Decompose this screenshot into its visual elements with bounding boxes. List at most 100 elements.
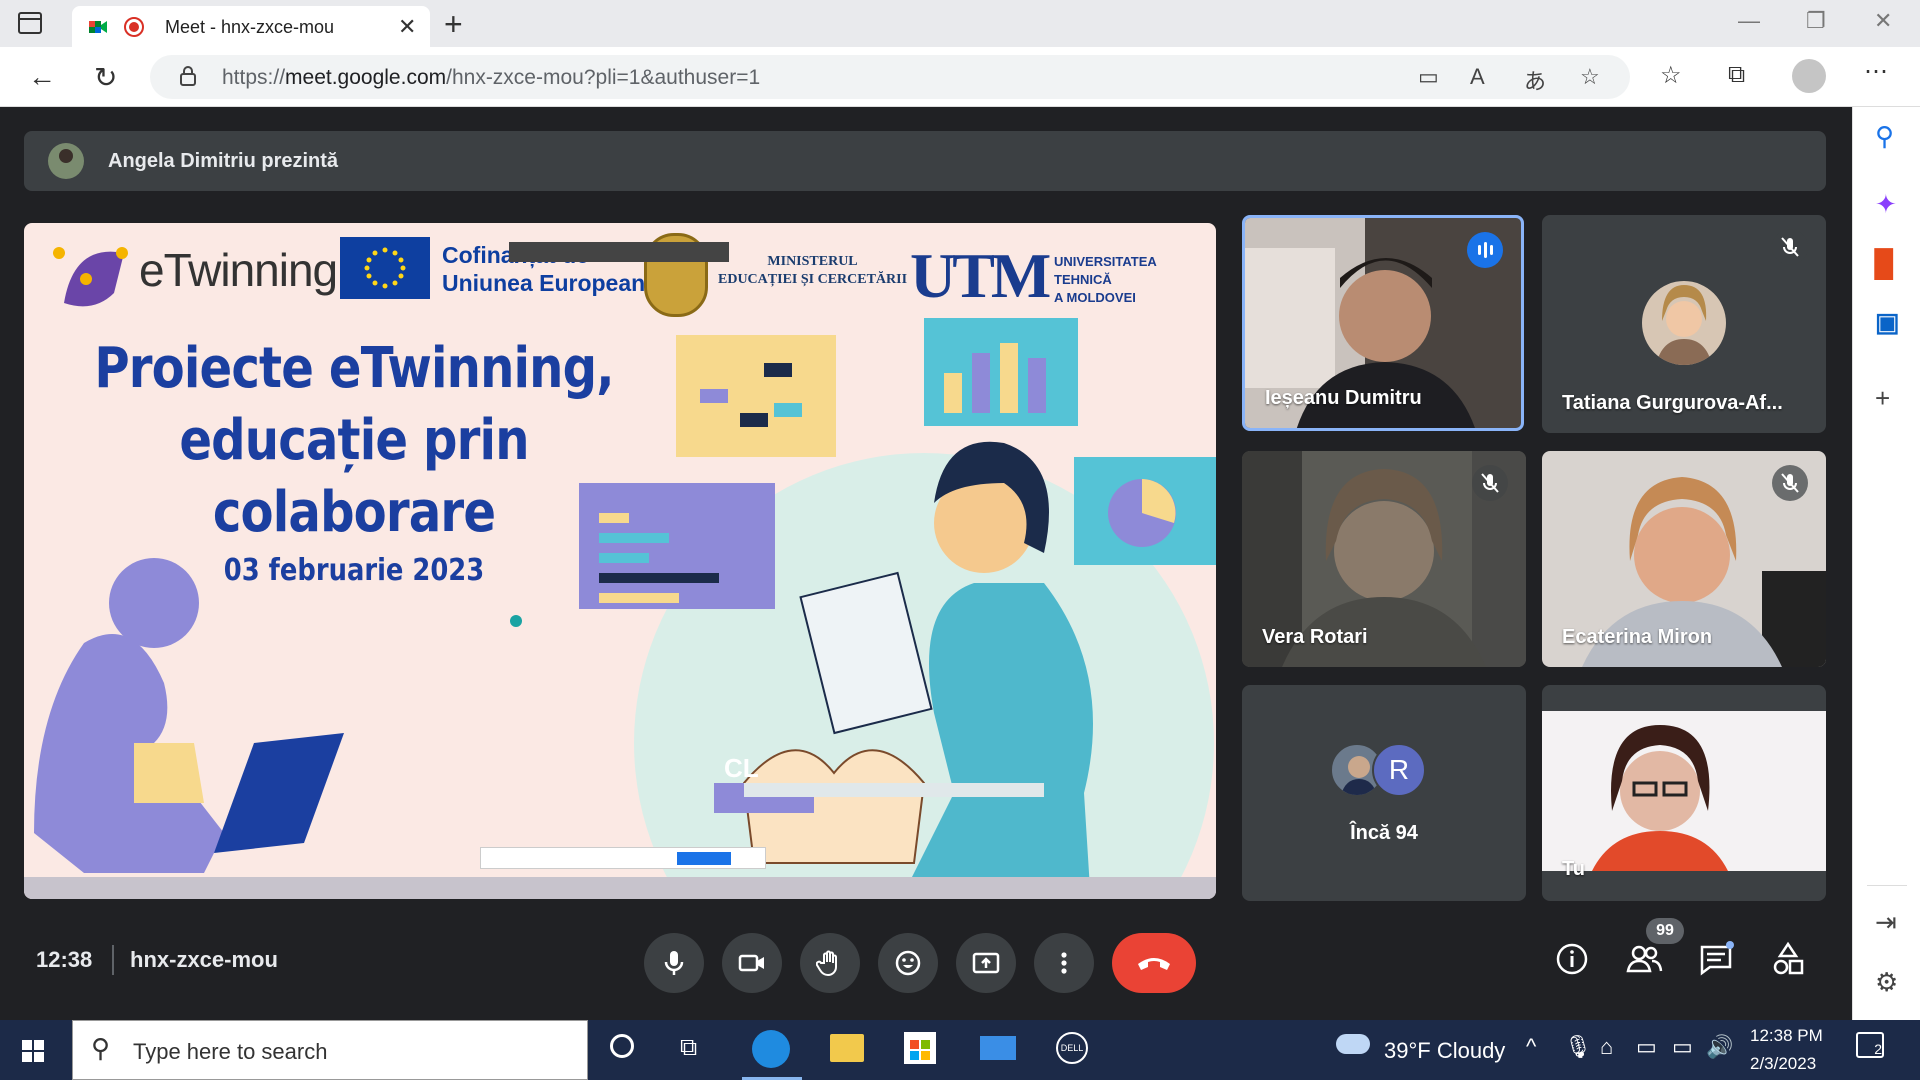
emoji-icon bbox=[895, 950, 921, 976]
more-participants-tile[interactable]: R Încă 94 bbox=[1242, 685, 1526, 901]
cloudy-weather-icon bbox=[1336, 1034, 1370, 1054]
participant-tile[interactable]: Ieșeanu Dumitru bbox=[1242, 215, 1524, 431]
display-icon[interactable]: ▭ bbox=[1672, 1034, 1693, 1060]
reactions-button[interactable] bbox=[878, 933, 938, 993]
search-icon: ⚲ bbox=[91, 1033, 111, 1063]
presenter-label: Angela Dimitriu prezintă bbox=[108, 150, 339, 172]
self-video bbox=[1542, 711, 1826, 871]
raise-hand-button[interactable] bbox=[800, 933, 860, 993]
people-icon[interactable] bbox=[1624, 939, 1664, 979]
collections-icon[interactable]: ⧉ bbox=[1728, 61, 1745, 89]
outlook-icon[interactable]: ▣ bbox=[1875, 307, 1900, 338]
etwinning-logo: eTwinning bbox=[139, 244, 338, 296]
new-tab-button[interactable]: + bbox=[444, 6, 463, 43]
address-bar[interactable]: https://meet.google.com/hnx-zxce-mou?pli… bbox=[150, 55, 1630, 99]
ministry-text: MINISTERUL EDUCAȚIEI ȘI CERCETĂRII bbox=[718, 254, 908, 287]
microphone-icon bbox=[664, 951, 684, 975]
office-icon[interactable]: ▉ bbox=[1875, 249, 1895, 280]
participant-letter-avatar: R bbox=[1372, 743, 1426, 797]
taskbar-search[interactable]: ⚲ Type here to search bbox=[72, 1020, 588, 1080]
mic-muted-icon bbox=[1472, 465, 1508, 501]
close-tab-icon[interactable]: ✕ bbox=[398, 14, 416, 40]
favorites-icon[interactable]: ☆ bbox=[1660, 61, 1682, 90]
taskbar-time[interactable]: 12:38 PM bbox=[1750, 1026, 1823, 1046]
weather-text[interactable]: 39°F Cloudy bbox=[1384, 1038, 1505, 1064]
presenter-banner: Angela Dimitriu prezintă bbox=[24, 131, 1826, 191]
activities-icon[interactable] bbox=[1768, 939, 1808, 979]
taskbar-date[interactable]: 2/3/2023 bbox=[1750, 1054, 1816, 1074]
network-icon[interactable]: ⌂ bbox=[1600, 1034, 1613, 1060]
edge-taskbar-icon[interactable] bbox=[752, 1030, 790, 1068]
leave-call-button[interactable] bbox=[1112, 933, 1196, 993]
eu-flag-icon bbox=[340, 237, 430, 299]
meeting-info-icon[interactable] bbox=[1552, 939, 1592, 979]
divider bbox=[112, 945, 114, 975]
participant-tile[interactable]: Ecaterina Miron bbox=[1542, 451, 1826, 667]
hand-icon bbox=[816, 950, 837, 977]
dell-icon[interactable]: DELL bbox=[1056, 1032, 1088, 1064]
back-icon[interactable]: ← bbox=[28, 61, 56, 93]
add-sidebar-app-icon[interactable]: + bbox=[1875, 383, 1890, 414]
tab-actions-icon[interactable] bbox=[18, 12, 42, 34]
utm-university-text: UNIVERSITATEA TEHNICĂ A MOLDOVEI bbox=[1054, 254, 1157, 305]
lock-icon[interactable] bbox=[180, 66, 196, 86]
slide-bottom-bar bbox=[24, 877, 1216, 899]
share-permission-button bbox=[677, 852, 731, 865]
add-favorite-icon[interactable]: ☆ bbox=[1580, 64, 1600, 90]
divider bbox=[1867, 885, 1907, 886]
volume-icon[interactable]: 🔊 bbox=[1706, 1034, 1733, 1060]
participant-tile[interactable]: Tatiana Gurgurova-Af... bbox=[1542, 215, 1826, 433]
minimize-icon[interactable]: — bbox=[1738, 8, 1760, 34]
microphone-tray-icon[interactable]: 🎙 bbox=[1564, 1034, 1592, 1060]
translate-icon[interactable]: あ bbox=[1524, 64, 1546, 96]
self-tile[interactable]: Tu bbox=[1542, 685, 1826, 901]
search-icon[interactable]: ⚲ bbox=[1875, 121, 1894, 152]
more-menu-icon[interactable]: ⋯ bbox=[1864, 57, 1888, 86]
copilot-icon[interactable]: ✦ bbox=[1875, 189, 1897, 220]
battery-icon[interactable]: ▭ bbox=[1636, 1034, 1657, 1060]
notifications-icon[interactable]: 2 bbox=[1856, 1032, 1884, 1058]
hang-up-icon bbox=[1138, 958, 1170, 970]
browser-tab-strip: Meet - hnx-zxce-mou ✕ + — ❐ ✕ bbox=[0, 0, 1920, 47]
refresh-icon[interactable]: ↻ bbox=[94, 61, 117, 94]
more-vert-icon bbox=[1061, 952, 1067, 974]
mic-muted-icon bbox=[1772, 229, 1808, 265]
mail-icon[interactable] bbox=[980, 1036, 1016, 1060]
store-icon[interactable] bbox=[904, 1032, 936, 1064]
more-options-button[interactable] bbox=[1034, 933, 1094, 993]
screen: Meet - hnx-zxce-mou ✕ + — ❐ ✕ ← ↻ https:… bbox=[0, 0, 1920, 1080]
present-screen-button[interactable] bbox=[956, 933, 1016, 993]
slide-date: 03 februarie 2023 bbox=[223, 553, 485, 588]
edge-sidebar: ⚲ ✦ ▉ ▣ + ⇥ ⚙ bbox=[1852, 107, 1920, 1020]
restore-icon[interactable]: ❐ bbox=[1806, 8, 1826, 34]
utm-logo: UTM bbox=[910, 240, 1051, 311]
task-view-icon[interactable]: ⧉ bbox=[680, 1034, 697, 1062]
read-aloud-icon[interactable]: A bbox=[1470, 64, 1485, 90]
cortana-icon[interactable] bbox=[610, 1034, 634, 1058]
slide-logos: eTwinning Cofinanțat de Uniunea European… bbox=[24, 223, 1216, 333]
search-placeholder: Type here to search bbox=[133, 1039, 328, 1064]
close-window-icon[interactable]: ✕ bbox=[1874, 8, 1892, 34]
settings-icon[interactable]: ⚙ bbox=[1875, 967, 1898, 998]
tray-chevron-icon[interactable]: ^ bbox=[1526, 1034, 1536, 1060]
camera-permission-icon[interactable]: ▭ bbox=[1418, 64, 1439, 90]
microphone-button[interactable] bbox=[644, 933, 704, 993]
browser-toolbar: ← ↻ https://meet.google.com/hnx-zxce-mou… bbox=[0, 47, 1920, 107]
chat-icon[interactable] bbox=[1696, 939, 1736, 979]
participants-count-badge: 99 bbox=[1646, 918, 1684, 944]
file-explorer-icon[interactable] bbox=[830, 1034, 864, 1062]
screen-label: CL bbox=[724, 753, 759, 783]
camera-button[interactable] bbox=[722, 933, 782, 993]
windows-start-icon[interactable] bbox=[22, 1040, 44, 1062]
hide-sidebar-icon[interactable]: ⇥ bbox=[1875, 907, 1897, 938]
participant-avatar bbox=[1642, 281, 1726, 365]
google-meet-favicon-icon bbox=[89, 21, 107, 33]
participant-tile[interactable]: Vera Rotari bbox=[1242, 451, 1526, 667]
profile-avatar[interactable] bbox=[1792, 59, 1826, 93]
recording-indicator-icon bbox=[124, 17, 144, 37]
tab-meet[interactable]: Meet - hnx-zxce-mou ✕ bbox=[72, 6, 430, 47]
meeting-clock: 12:38 bbox=[36, 947, 93, 972]
meet-stage: Angela Dimitriu prezintă eTwinning Cofin… bbox=[0, 107, 1852, 1020]
url-text[interactable]: https://meet.google.com/hnx-zxce-mou?pli… bbox=[222, 66, 760, 90]
mic-muted-icon bbox=[1772, 465, 1808, 501]
